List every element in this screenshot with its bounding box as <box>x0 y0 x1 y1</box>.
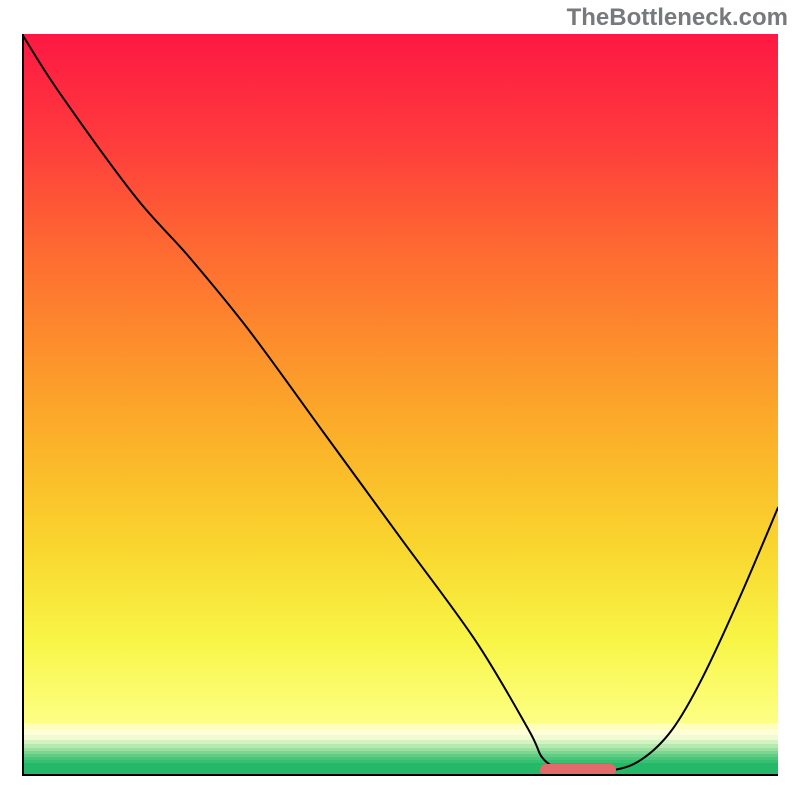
y-axis-line <box>22 34 24 776</box>
plot-container <box>22 34 778 790</box>
plot-area <box>22 34 778 774</box>
background-band <box>22 763 778 774</box>
x-axis-line <box>22 774 778 776</box>
background-gradient <box>22 34 778 723</box>
optimal-range-marker <box>540 764 616 774</box>
watermark-text: TheBottleneck.com <box>567 4 788 32</box>
